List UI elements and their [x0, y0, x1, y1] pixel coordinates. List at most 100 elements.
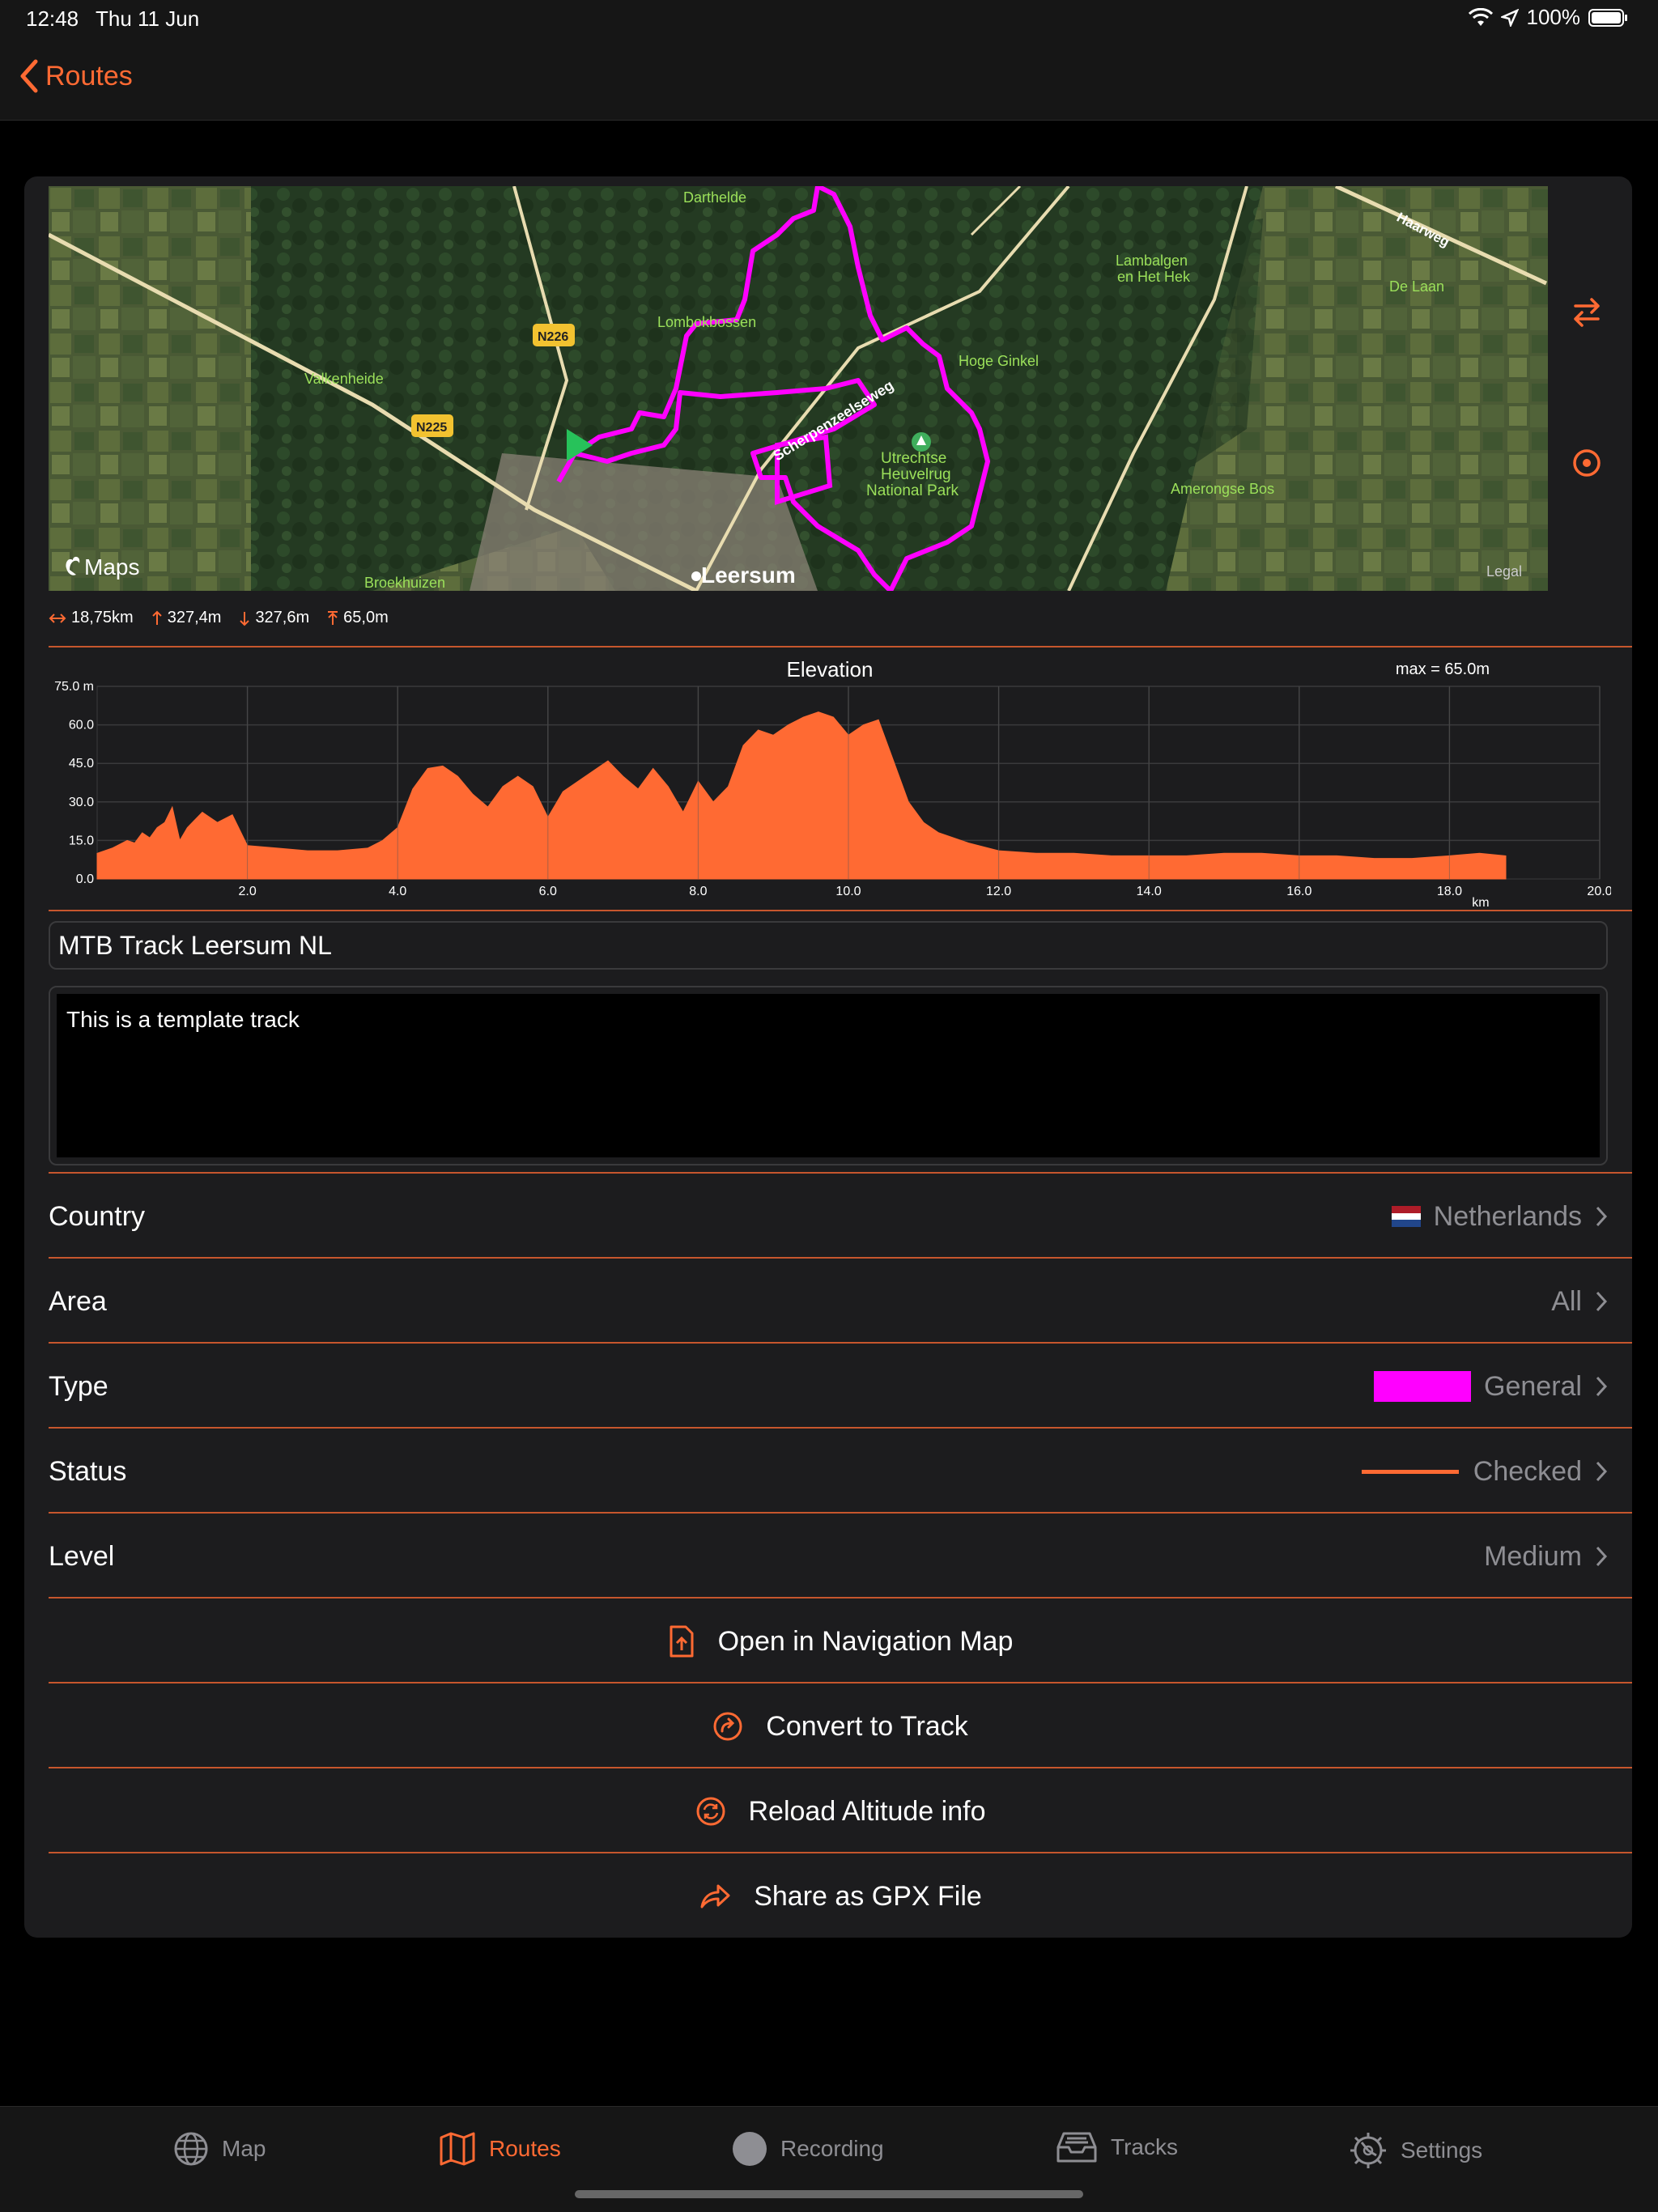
row-area[interactable]: Area All: [49, 1259, 1632, 1344]
stat-max-altitude: 65,0m: [327, 609, 389, 627]
back-button[interactable]: Routes: [18, 58, 133, 94]
row-country-value: Netherlands: [1433, 1200, 1582, 1232]
stat-distance-value: 18,75km: [71, 609, 134, 626]
map-label-hoge-ginkel: Hoge Ginkel: [959, 353, 1039, 369]
open-in-navigation-map-button[interactable]: Open in Navigation Map: [49, 1599, 1632, 1683]
convert-to-track-button[interactable]: Convert to Track: [49, 1684, 1632, 1768]
description-frame: This is a template track: [49, 986, 1608, 1165]
row-country[interactable]: Country Netherlands: [49, 1174, 1632, 1259]
back-button-label: Routes: [45, 60, 133, 91]
maps-brand: Maps: [84, 554, 139, 580]
tab-recording[interactable]: Recording: [732, 2131, 884, 2167]
stat-ascent-value: 327,4m: [167, 609, 222, 626]
y-tick-label: 15.0: [69, 834, 94, 847]
divider: [49, 1427, 1632, 1429]
divider: [49, 1512, 1632, 1514]
route-description-field[interactable]: This is a template track: [57, 994, 1600, 1157]
tab-settings[interactable]: Settings: [1349, 2131, 1482, 2170]
stat-ascent: 327,4m: [151, 609, 222, 627]
divider: [49, 1852, 1632, 1853]
tab-settings-label: Settings: [1401, 2138, 1483, 2163]
row-type[interactable]: Type General: [49, 1344, 1632, 1429]
share-gpx-button[interactable]: Share as GPX File: [49, 1854, 1632, 1938]
status-line-sample: [1361, 1469, 1459, 1474]
reverse-route-button[interactable]: [1562, 288, 1611, 337]
reload-icon: [696, 1797, 725, 1826]
elevation-chart-svg: 2.0 4.0 6.0 8.0 10.0 12.0 14.0 16.0 18.0 20.075.0…: [54, 680, 1613, 910]
x-tick-label: 14.0: [1137, 885, 1162, 898]
row-level[interactable]: Level Medium: [49, 1514, 1632, 1598]
status-date: Thu 11 Jun: [96, 6, 200, 31]
route-map[interactable]: Darthelde Lombokbossen Valkenheide N226 …: [49, 186, 1548, 591]
x-tick-label: 8.0: [689, 885, 707, 898]
row-level-value: Medium: [1484, 1540, 1582, 1572]
reload-altitude-button[interactable]: Reload Altitude info: [49, 1769, 1632, 1853]
divider: [49, 1342, 1632, 1344]
map-label-valkenheide: Valkenheide: [304, 371, 384, 387]
status-bar: 12:48 Thu 11 Jun 100%: [0, 0, 1658, 39]
x-tick-label: 16.0: [1286, 885, 1312, 898]
x-tick-label: 6.0: [539, 885, 557, 898]
stat-descent-value: 327,6m: [255, 609, 310, 626]
distance-arrows-icon: [49, 613, 66, 623]
tab-map[interactable]: Map: [173, 2131, 266, 2167]
chevron-right-icon: [1596, 1206, 1608, 1227]
map-label-national-park: National Park: [866, 482, 959, 499]
battery-icon: [1588, 8, 1627, 27]
row-level-value-group: Medium: [1484, 1541, 1608, 1573]
map-icon: [440, 2132, 475, 2166]
tab-tracks[interactable]: Tracks: [1056, 2131, 1178, 2163]
tab-routes[interactable]: Routes: [439, 2131, 561, 2167]
divider: [49, 1682, 1632, 1683]
map-label-n225: N225: [416, 421, 447, 435]
y-tick-label: 30.0: [69, 796, 94, 809]
x-tick-label: 18.0: [1437, 885, 1462, 898]
satellite-map: Darthelde Lombokbossen Valkenheide N226 …: [49, 186, 1548, 591]
share-arrow-icon: [700, 1884, 730, 1908]
map-label-de-laan: De Laan: [1389, 278, 1444, 295]
stat-max-altitude-value: 65,0m: [343, 609, 389, 626]
map-label-lambalgen: Lambalgen: [1116, 253, 1188, 269]
x-tick-label: 20.0: [1587, 885, 1611, 898]
map-label-leersum: Leersum: [701, 563, 796, 588]
location-arrow-icon: [1500, 8, 1519, 27]
map-label-heuvelrug: Heuvelrug: [881, 466, 951, 483]
divider: [49, 1172, 1632, 1174]
battery-percent: 100%: [1526, 5, 1581, 29]
elevation-area: [96, 711, 1507, 880]
row-country-label: Country: [49, 1200, 146, 1232]
status-right: 100%: [1468, 5, 1630, 30]
row-status[interactable]: Status Checked: [49, 1429, 1632, 1514]
arrow-down-icon: [240, 611, 250, 626]
route-stats: 18,75km 327,4m 327,6m 65,0m: [49, 609, 389, 627]
tray-icon: [1056, 2132, 1097, 2163]
document-upload-icon: [670, 1625, 694, 1658]
arrow-up-bar-icon: [328, 610, 338, 625]
chevron-right-icon: [1596, 1291, 1608, 1312]
chart-max-annotation: max = 65.0m: [1395, 660, 1490, 678]
row-area-value: All: [1551, 1285, 1582, 1317]
chart-title: Elevation: [786, 657, 874, 681]
map-legal-link: Legal: [1486, 563, 1522, 580]
route-title-field[interactable]: [49, 921, 1608, 970]
netherlands-flag-icon: [1391, 1206, 1421, 1227]
row-status-value: Checked: [1473, 1455, 1582, 1487]
convert-arrow-icon: [713, 1712, 742, 1741]
gear-icon: [1350, 2133, 1386, 2168]
arrow-up-icon: [152, 610, 162, 625]
divider: [49, 646, 1632, 647]
y-tick-label: 60.0: [69, 719, 94, 732]
divider: [49, 1597, 1632, 1598]
row-area-label: Area: [49, 1285, 107, 1317]
map-label-darthelde: Darthelde: [683, 189, 746, 206]
divider: [49, 1767, 1632, 1768]
x-axis-label: km: [1472, 896, 1489, 910]
y-tick-label: 45.0: [69, 757, 94, 771]
map-label-utrechtse: Utrechtse: [881, 450, 946, 467]
globe-icon: [174, 2132, 208, 2166]
tab-tracks-label: Tracks: [1111, 2134, 1178, 2159]
center-location-button[interactable]: [1562, 439, 1611, 487]
home-indicator[interactable]: [575, 2190, 1083, 2198]
x-tick-label: 2.0: [238, 885, 256, 898]
elevation-chart: Elevation max = 65.0m 2.0 4.0 6.0 8.0 10.0 12…: [49, 652, 1613, 910]
